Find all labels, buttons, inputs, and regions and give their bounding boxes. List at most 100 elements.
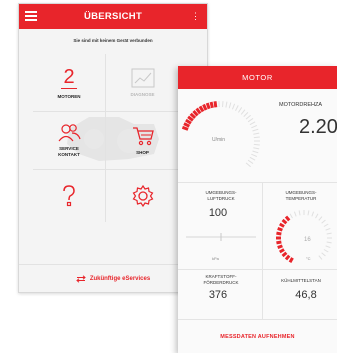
air-pressure-bar [186, 233, 256, 241]
top-app-bar: ÜBERSICHT ⋮ [19, 4, 207, 29]
screen-title: ÜBERSICHT [83, 11, 143, 22]
gauge-tick [323, 223, 329, 227]
gauge-tick [326, 241, 332, 244]
gauge-tick [276, 240, 282, 245]
fuel-pressure-label: KRAFTSTOFF- FÖRDERDRUCK [203, 274, 239, 285]
gauge-tick [326, 232, 332, 235]
connection-notice: Sie sind mit keinem Gerät verbunden [73, 38, 153, 43]
gauge-tick [279, 222, 285, 228]
chart-icon [131, 68, 154, 88]
gauge-tick [277, 244, 283, 249]
gauge-tick [315, 213, 319, 219]
rpm-gauge-ticks [181, 100, 260, 168]
tile-shop[interactable]: SHOP [106, 112, 179, 170]
gauge-tick [293, 211, 297, 217]
engine-count: 2 [63, 65, 75, 88]
help-icon [63, 185, 75, 207]
gauge-tick [228, 102, 232, 109]
gauge-tick [198, 105, 205, 113]
gauge-tick [192, 110, 199, 117]
people-icon [58, 124, 81, 142]
gauge-tick [311, 211, 315, 217]
tile-motoren[interactable]: 2 MOTOREN [33, 54, 106, 112]
gauge-tick [185, 118, 192, 125]
temp-gauge-value: 16 [304, 237, 311, 243]
settings-icon [132, 185, 153, 207]
tile-label: SERVICE KONTAKT [58, 146, 80, 157]
gauge-tick [253, 132, 260, 135]
hamburger-menu-icon[interactable] [25, 10, 37, 22]
record-data-label: MESSDATEN AUFNEHMEN [220, 333, 295, 340]
air-pressure-value: 100 [208, 207, 228, 219]
gauge-tick [318, 216, 323, 221]
tile-diagnose[interactable]: DIAGNOSE [106, 54, 179, 112]
air-pressure-label: UMGEBUNGS- LUFTDRUCK [205, 190, 237, 201]
motor-screen-title: MOTOR [242, 73, 273, 82]
gauge-tick [235, 105, 239, 111]
gauge-tick [243, 112, 249, 118]
gauge-tick [289, 213, 293, 219]
gauge-tick [253, 143, 260, 146]
gauge-tick [187, 115, 194, 122]
gauge-tick [276, 231, 282, 236]
gauge-tick [325, 227, 331, 231]
gauge-tick [238, 107, 243, 113]
gauge-tick [318, 255, 323, 260]
motor-screen: MOTOR U/min MOTORDREHZA 2.20 UMGEBUNGS- … [178, 66, 337, 353]
rpm-value: 2.20 [299, 116, 337, 138]
ambient-temp-gauge: 16 [276, 210, 332, 263]
gauge-tick [281, 218, 288, 225]
gauge-tick [253, 147, 260, 150]
gauge-tick [281, 251, 288, 258]
gauge-tick [181, 125, 189, 131]
gauge-tick [284, 254, 291, 261]
gauge-tick [247, 159, 254, 164]
gauge-tick [321, 252, 326, 257]
rpm-gauge [181, 100, 260, 168]
tile-help[interactable] [33, 170, 106, 222]
gauge-tick [321, 219, 326, 224]
rpm-unit: U/min [212, 137, 226, 143]
gauge-tick [307, 210, 310, 216]
tile-label: SHOP [136, 149, 149, 155]
motor-top-app-bar: MOTOR [178, 66, 337, 89]
gauge-tick [213, 101, 218, 108]
gauge-tick [209, 101, 214, 109]
divider [178, 269, 337, 270]
fuel-pressure-value: 376 [208, 289, 228, 301]
record-data-button[interactable]: MESSDATEN AUFNEHMEN [178, 319, 337, 353]
gauge-tick [183, 122, 191, 128]
underline-icon [61, 87, 77, 89]
gauge-tick [279, 248, 285, 254]
gauge-tick [284, 215, 291, 222]
gauge-tick [251, 125, 258, 129]
gauge-tick [325, 245, 331, 249]
ambient-temp-unit: °C [306, 256, 311, 261]
gauge-tick [249, 156, 256, 161]
air-pressure-unit: kPa [212, 256, 219, 261]
tile-service-kontakt[interactable]: SERVICE KONTAKT [33, 112, 106, 170]
swap-arrows-icon [76, 274, 86, 283]
overflow-menu-icon[interactable]: ⋮ [191, 10, 200, 22]
gauge-tick [202, 103, 208, 111]
divider [262, 182, 263, 319]
divider [178, 182, 337, 183]
tile-label: MOTOREN [57, 93, 81, 99]
gauge-tick [245, 162, 251, 168]
gauge-tick [247, 118, 254, 123]
gauge-tick [231, 103, 236, 110]
gauge-tick [245, 114, 251, 120]
gauge-tick [205, 102, 211, 110]
tile-settings[interactable] [106, 170, 179, 222]
gauge-tick [252, 128, 259, 132]
gauge-tick [323, 249, 329, 253]
ambient-temp-label: UMGEBUNGS- TEMPERATUR [285, 190, 317, 201]
gauge-tick [225, 101, 228, 108]
eservices-label: Zukünftige eServices [89, 275, 151, 282]
gauge-tick [252, 150, 259, 154]
tile-label: DIAGNOSE [130, 91, 155, 97]
gauge-tick [249, 121, 256, 126]
coolant-value: 46,8 [295, 289, 317, 301]
gauge-tick [189, 112, 197, 119]
menu-grid: 2 MOTOREN DIAGNOSE SERVICE KONTAKT SHOP [33, 54, 179, 222]
